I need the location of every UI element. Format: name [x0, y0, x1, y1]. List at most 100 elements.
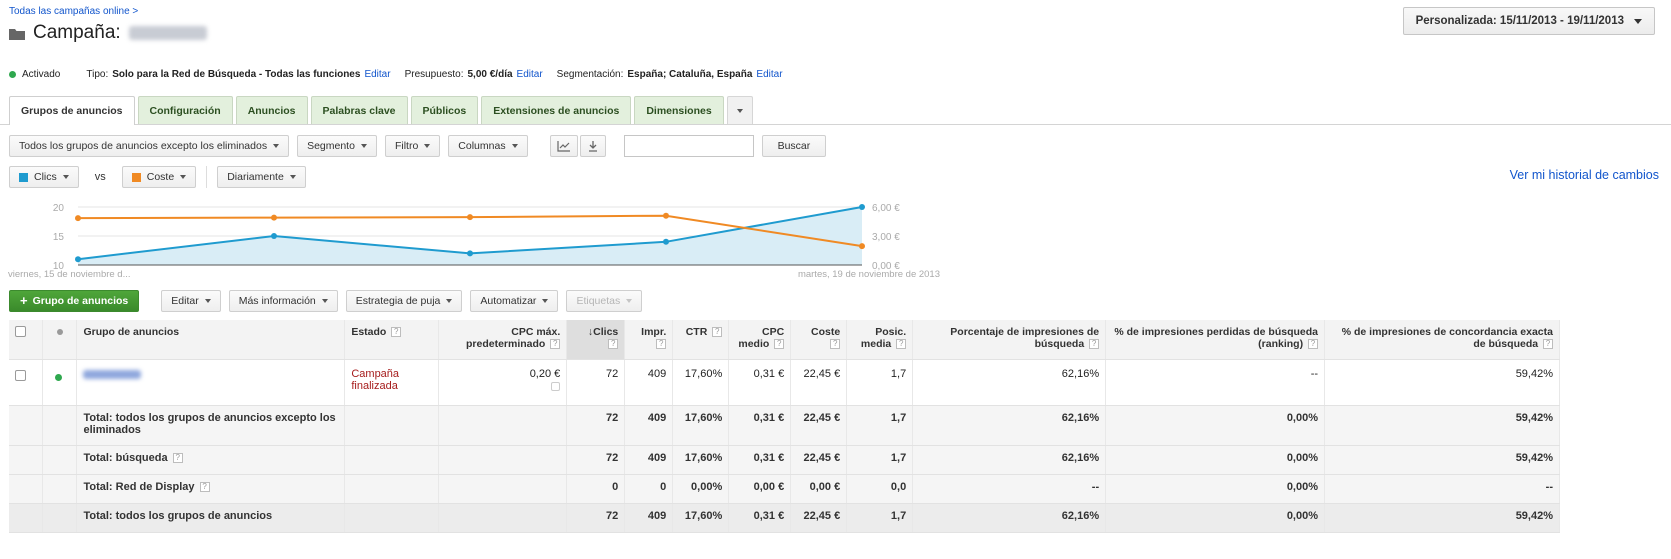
change-history-link[interactable]: Ver mi historial de cambios: [1510, 168, 1659, 182]
tab-audiences[interactable]: Públicos: [410, 96, 479, 124]
col-header-lost-rank[interactable]: % de impresiones perdidas de búsqueda (r…: [1105, 320, 1326, 360]
columns-button[interactable]: Columnas: [448, 135, 528, 157]
help-icon[interactable]: ?: [656, 339, 667, 350]
ad-group-name-redacted[interactable]: [83, 369, 142, 379]
labels-button[interactable]: Etiquetas: [566, 290, 643, 312]
col-header-cpc-max-label: CPC máx. predeterminado: [466, 326, 561, 350]
col-header-impr[interactable]: Impr. ?: [624, 320, 674, 360]
col-header-clicks[interactable]: ↓Clics ?: [566, 320, 626, 360]
chart-toggle-button[interactable]: [549, 135, 578, 157]
ad-groups-table: Grupo de anuncios Estado ? CPC máx. pred…: [9, 320, 1560, 533]
help-icon[interactable]: ?: [830, 339, 841, 350]
tab-settings[interactable]: Configuración: [137, 96, 233, 124]
col-header-ctr[interactable]: CTR ?: [672, 320, 730, 360]
vs-label: vs: [94, 171, 106, 183]
total-cpc-avg: 0,31 €: [728, 503, 792, 533]
tab-ad-extensions[interactable]: Extensiones de anuncios: [481, 96, 632, 124]
tab-dimensions[interactable]: Dimensiones: [634, 96, 724, 124]
search-input[interactable]: [623, 135, 754, 157]
tab-bar: Grupos de anuncios Configuración Anuncio…: [9, 96, 753, 125]
download-button[interactable]: [579, 135, 606, 157]
breadcrumb[interactable]: Todas las campañas online >: [9, 6, 138, 17]
filter-select-label: Todos los grupos de anuncios excepto los…: [19, 140, 268, 152]
help-icon[interactable]: ?: [712, 327, 723, 338]
col-header-group[interactable]: Grupo de anuncios: [76, 320, 346, 360]
edit-budget-link[interactable]: Editar: [517, 69, 543, 80]
chevron-down-icon: [273, 144, 280, 148]
search-button[interactable]: Buscar: [761, 135, 827, 157]
cpc-max-cell: 0,20 €: [438, 359, 568, 406]
help-icon[interactable]: ?: [391, 327, 402, 338]
total-ctr: 17,60%: [672, 405, 730, 446]
lost-rank-cell: --: [1105, 359, 1326, 406]
select-all-checkbox[interactable]: [15, 326, 26, 337]
help-icon[interactable]: ?: [608, 339, 619, 350]
col-header-ctr-label: CTR: [685, 326, 708, 338]
date-range-selector[interactable]: Personalizada: 15/11/2013 - 19/11/2013: [1402, 7, 1655, 35]
more-info-button[interactable]: Más información: [228, 290, 338, 312]
total-empty-cell: [9, 503, 44, 533]
col-header-state[interactable]: Estado ?: [344, 320, 440, 360]
status-dot-icon: [9, 71, 16, 78]
help-icon[interactable]: ?: [896, 339, 907, 350]
total-label: Total: todos los grupos de anuncios exce…: [76, 405, 346, 446]
edit-type-link[interactable]: Editar: [364, 69, 390, 80]
clicks-swatch-icon: [19, 172, 28, 182]
add-ad-group-button[interactable]: + Grupo de anuncios: [9, 290, 140, 312]
total-empty-cell: [42, 445, 78, 475]
edit-button[interactable]: Editar: [161, 290, 221, 312]
line-chart-icon: [556, 141, 570, 152]
col-header-cpc-avg[interactable]: CPC medio ?: [728, 320, 792, 360]
total-clicks: 72: [566, 445, 626, 475]
help-icon[interactable]: ?: [1089, 339, 1100, 350]
ad-group-filter-select[interactable]: Todos los grupos de anuncios excepto los…: [9, 135, 290, 157]
total-ctr: 17,60%: [672, 445, 730, 475]
tab-ads[interactable]: Anuncios: [235, 96, 308, 124]
status-dot-icon: [55, 373, 63, 381]
total-empty-cell: [344, 474, 440, 504]
pos-cell: 1,7: [846, 359, 914, 406]
campaign-label: Campaña:: [33, 22, 121, 43]
cost-point: [75, 215, 81, 222]
segment-button[interactable]: Segmento: [297, 135, 377, 157]
campaign-name-redacted: [128, 26, 207, 40]
help-icon[interactable]: ?: [550, 339, 561, 350]
col-header-pos[interactable]: Posic. media ?: [846, 320, 914, 360]
tab-more[interactable]: [726, 96, 753, 124]
tab-keywords[interactable]: Palabras clave: [310, 96, 408, 124]
help-icon[interactable]: ?: [1543, 339, 1553, 350]
help-icon[interactable]: ?: [774, 339, 785, 350]
bid-edit-icon[interactable]: [551, 381, 561, 391]
col-header-impr-share[interactable]: Porcentaje de impresiones de búsqueda ?: [912, 320, 1107, 360]
total-impr: 409: [624, 405, 674, 446]
total-empty-cell: [438, 445, 568, 475]
col-header-exact-share[interactable]: % de impresiones de concordancia exacta …: [1324, 320, 1560, 360]
col-header-cpc-max[interactable]: CPC máx. predeterminado ?: [438, 320, 568, 360]
targeting-label: Segmentación:: [556, 69, 624, 80]
filter-button[interactable]: Filtro: [384, 135, 441, 157]
bid-strategy-button[interactable]: Estrategia de puja: [345, 290, 463, 312]
table-row: Campaña finalizada 0,20 € 72 409 17,60% …: [9, 359, 1560, 406]
help-icon[interactable]: ?: [199, 481, 210, 492]
automate-button[interactable]: Automatizar: [470, 290, 559, 312]
total-pos: 1,7: [846, 503, 914, 533]
cpc-max-value[interactable]: 0,20 €: [445, 368, 561, 380]
period-select[interactable]: Diariamente: [217, 166, 306, 188]
help-icon[interactable]: ?: [1308, 339, 1319, 350]
tab-ad-groups[interactable]: Grupos de anuncios: [9, 96, 135, 125]
edit-targeting-link[interactable]: Editar: [756, 69, 782, 80]
row-checkbox[interactable]: [15, 369, 26, 381]
impr-cell: 409: [624, 359, 674, 406]
status-text: Activado: [22, 69, 61, 80]
more-info-label: Más información: [238, 295, 316, 307]
plus-icon: +: [20, 293, 28, 308]
help-icon[interactable]: ?: [172, 452, 183, 463]
left-axis-tick-label: 15: [53, 232, 65, 243]
metric1-select[interactable]: Clics: [9, 166, 79, 188]
col-header-lost-rank-label: % de impresiones perdidas de búsqueda (r…: [1114, 326, 1319, 350]
metric2-select[interactable]: Coste: [121, 166, 197, 188]
col-header-cost[interactable]: Coste ?: [790, 320, 848, 360]
chevron-down-icon: [180, 175, 187, 179]
ctr-cell: 17,60%: [672, 359, 730, 406]
folder-icon: [9, 29, 25, 40]
